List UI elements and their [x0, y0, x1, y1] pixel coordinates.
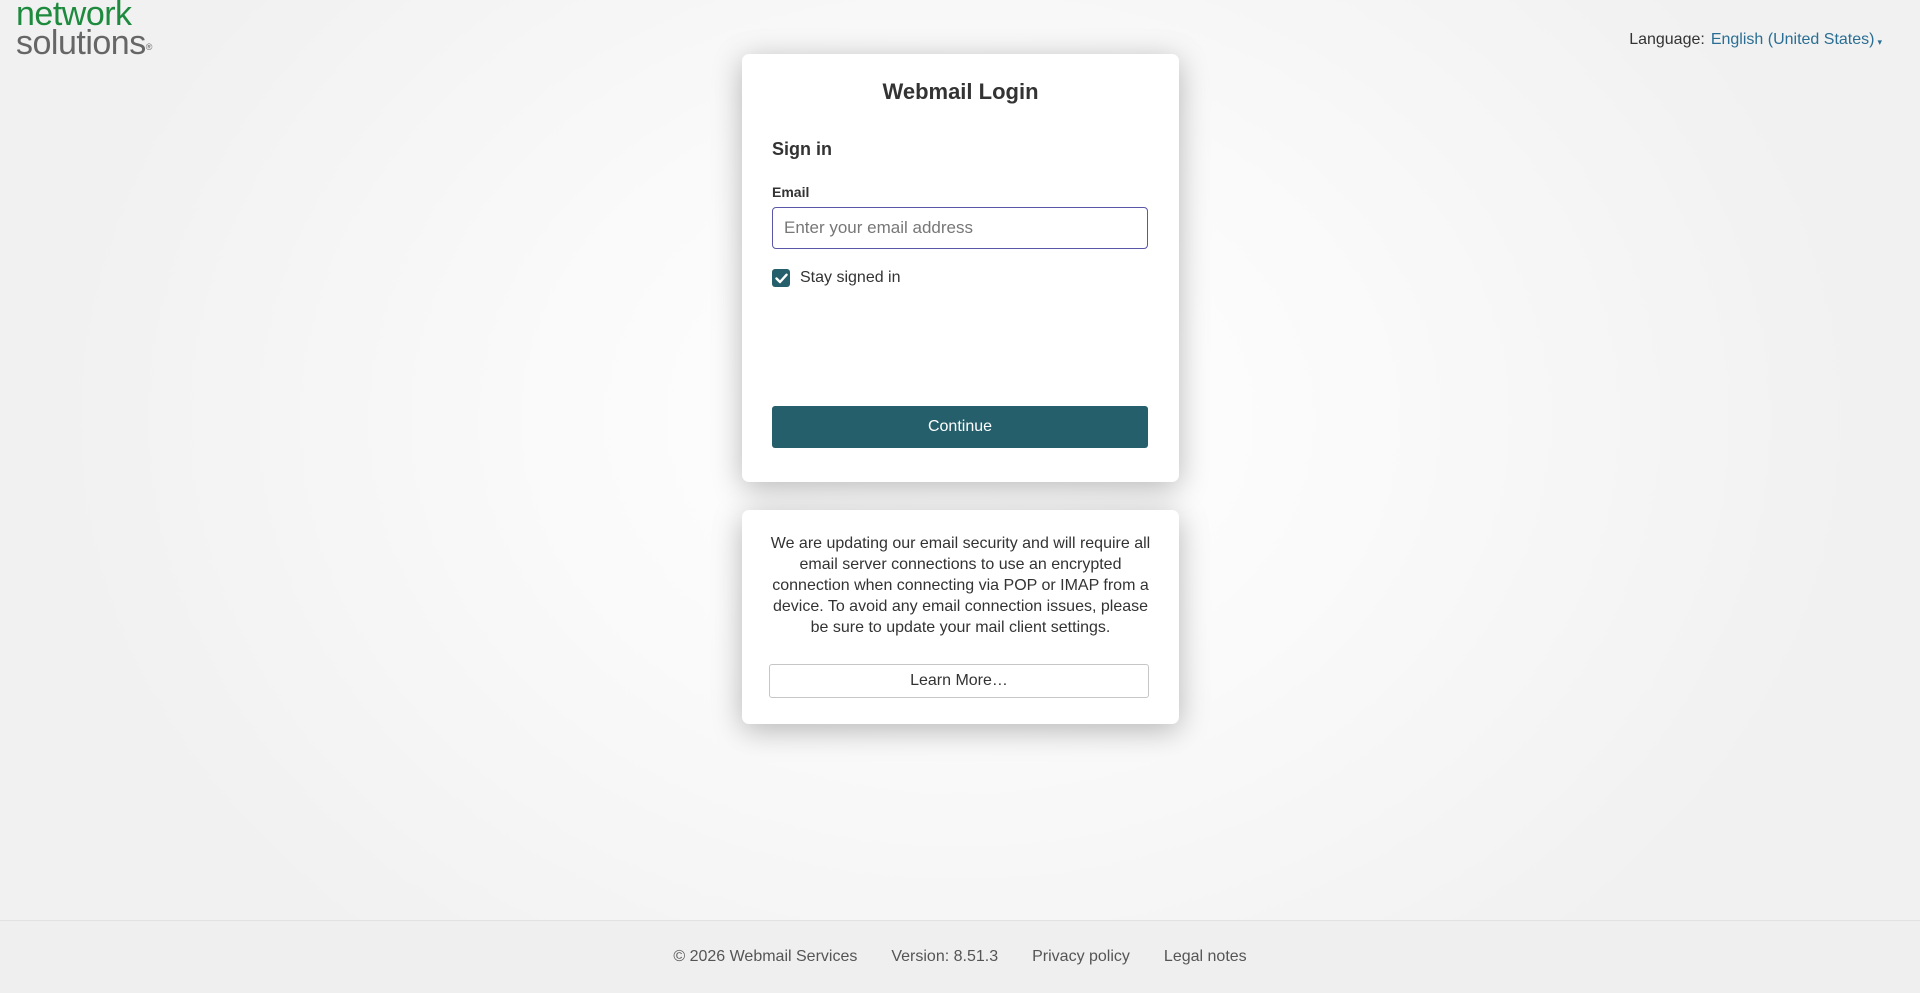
chevron-down-icon[interactable]: ▾ — [1877, 37, 1882, 48]
stay-signed-in-label[interactable]: Stay signed in — [800, 269, 901, 287]
email-label: Email — [772, 184, 810, 200]
registered-mark: ® — [145, 42, 153, 52]
network-solutions-logo: network solutions® — [16, 0, 153, 60]
language-label: Language: — [1629, 31, 1705, 48]
footer: © 2026 Webmail Services Version: 8.51.3 … — [0, 920, 1920, 993]
copyright-text: © 2026 Webmail Services — [673, 948, 858, 965]
continue-button[interactable]: Continue — [772, 406, 1148, 448]
page-title: Webmail Login — [882, 79, 1039, 104]
sign-in-heading: Sign in — [772, 139, 832, 159]
language-dropdown[interactable]: English (United States) — [1711, 31, 1875, 49]
language-selector: Language: English (United States) ▾ — [1629, 31, 1882, 49]
security-notice-text: We are updating our email security and w… — [770, 535, 1151, 636]
checkmark-icon — [774, 273, 788, 283]
version-text: Version: 8.51.3 — [891, 948, 999, 965]
legal-notes-link[interactable]: Legal notes — [1164, 948, 1247, 966]
security-notice-card: We are updating our email security and w… — [742, 510, 1179, 724]
stay-signed-in-checkbox[interactable] — [772, 269, 790, 287]
privacy-policy-link[interactable]: Privacy policy — [1032, 948, 1130, 966]
stay-signed-in-row: Stay signed in — [772, 269, 1149, 287]
learn-more-button[interactable]: Learn More… — [769, 664, 1149, 698]
login-card: Webmail Login Sign in Email Stay signed … — [742, 54, 1179, 482]
logo-line-solutions: solutions® — [16, 26, 153, 60]
logo-solutions-text: solutions — [16, 24, 146, 62]
email-field[interactable] — [772, 207, 1148, 249]
